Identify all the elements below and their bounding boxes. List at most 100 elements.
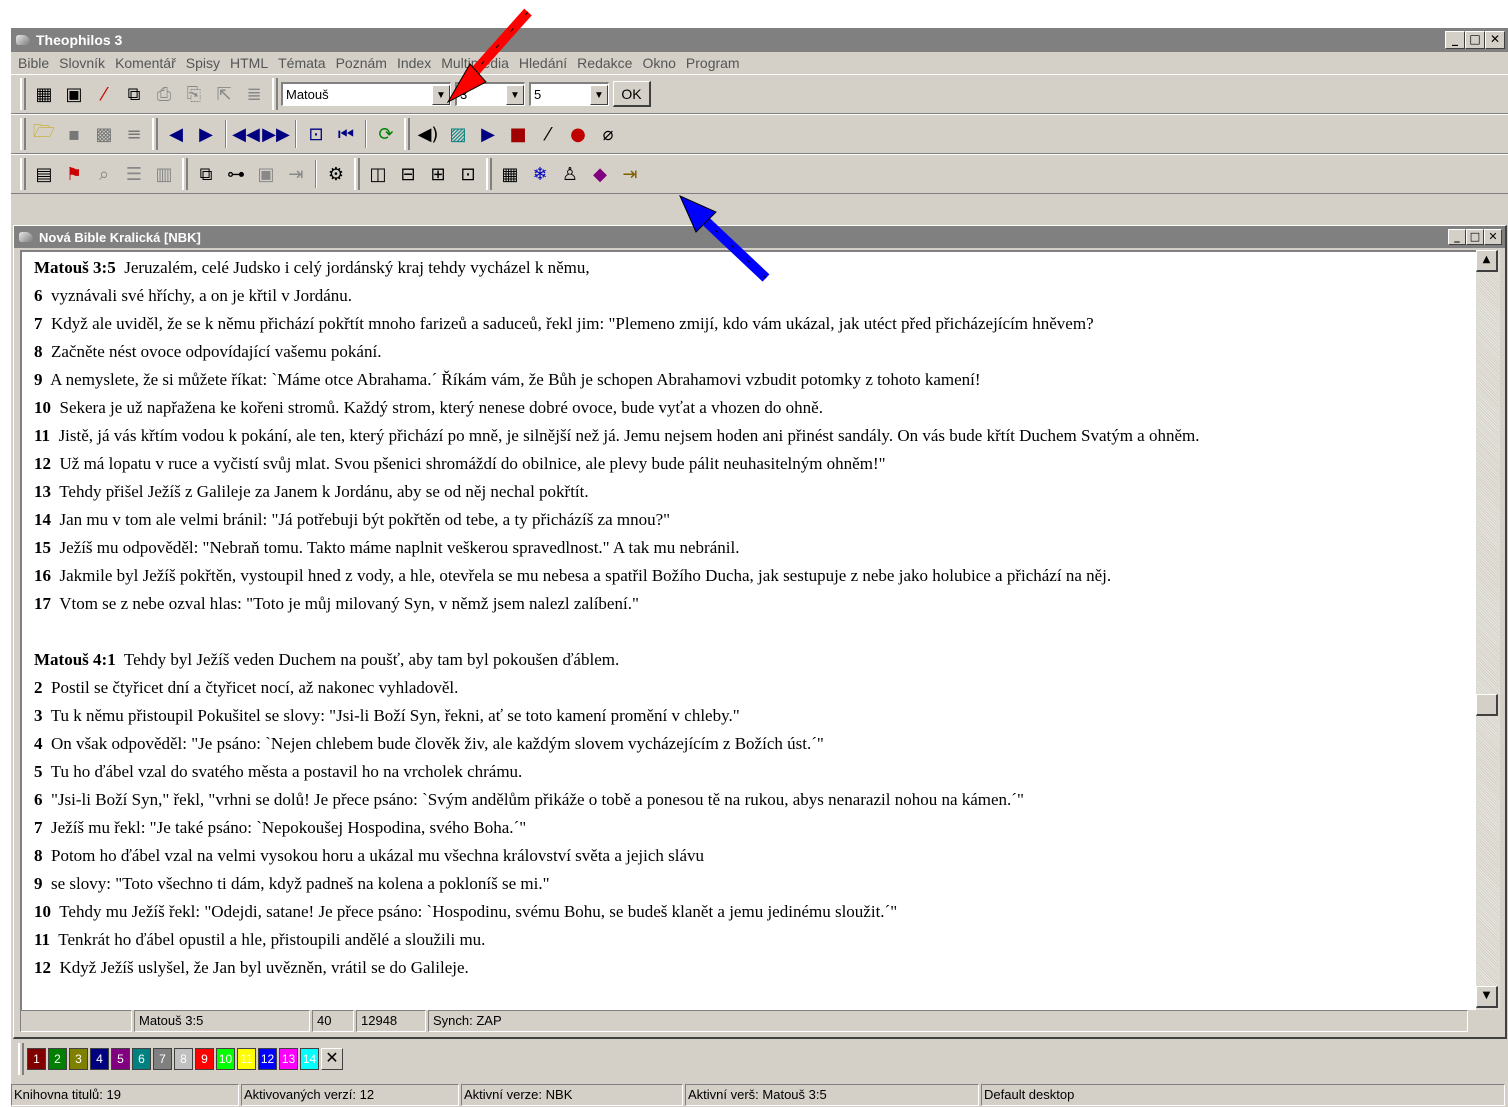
color-swatch-4[interactable]: 4 <box>90 1048 109 1070</box>
print-preview-icon[interactable]: ⎘ <box>179 79 209 109</box>
tree-icon[interactable]: ⊶ <box>221 159 251 189</box>
prev-icon[interactable]: ◀ <box>161 119 191 149</box>
stop-icon[interactable]: ■ <box>503 119 533 149</box>
menu-program[interactable]: Program <box>681 55 745 71</box>
verse-list-icon[interactable]: ▤ <box>29 159 59 189</box>
verse[interactable]: Matouš 4:1 Tehdy byl Ježíš veden Duchem … <box>34 646 1476 674</box>
verse[interactable]: 6 vyznávali své hříchy, a on je křtil v … <box>34 282 1476 310</box>
grid-icon[interactable]: ⊞ <box>423 159 453 189</box>
menu-spisy[interactable]: Spisy <box>181 55 225 71</box>
toolbar-grip[interactable] <box>182 158 188 190</box>
record-icon[interactable]: ● <box>563 119 593 149</box>
tag-icon[interactable]: ⚑ <box>59 159 89 189</box>
toolbar-grip[interactable] <box>18 1043 24 1075</box>
verse[interactable]: 2 Postil se čtyřicet dní a čtyřicet nocí… <box>34 674 1476 702</box>
verse[interactable]: 14 Jan mu v tom ale velmi bránil: "Já po… <box>34 506 1476 534</box>
menu-index[interactable]: Index <box>392 55 436 71</box>
bible-text[interactable]: Matouš 3:5 Jeruzalém, celé Judsko i celý… <box>20 250 1476 1010</box>
add-icon[interactable]: ≡ <box>119 119 149 149</box>
verse[interactable]: 8 Začněte nést ovoce odpovídající vašemu… <box>34 338 1476 366</box>
toolbar-grip[interactable] <box>486 158 492 190</box>
close-button[interactable]: ✕ <box>1484 229 1502 245</box>
chevron-down-icon[interactable]: ▼ <box>590 84 608 105</box>
vertical-scrollbar[interactable]: ▲ ▼ <box>1476 250 1500 1010</box>
verse-select[interactable]: 5 ▼ <box>529 82 609 106</box>
refresh-icon[interactable]: ⟳ <box>371 119 401 149</box>
options-icon[interactable]: ⚙ <box>321 159 351 189</box>
book-icon[interactable]: ◆ <box>585 159 615 189</box>
copy-icon[interactable]: ⧉ <box>119 79 149 109</box>
app-titlebar[interactable]: Theophilos 3 _ □ ✕ <box>11 28 1508 52</box>
toolbar-grip[interactable] <box>272 78 278 110</box>
menu-bible[interactable]: Bible <box>13 55 54 71</box>
color-swatch-14[interactable]: 14 <box>300 1048 319 1070</box>
verse[interactable]: 11 Tenkrát ho ďábel opustil a hle, přist… <box>34 926 1476 954</box>
maximize-button[interactable]: □ <box>1466 229 1484 245</box>
open-folder-icon[interactable]: 🗁 <box>29 119 59 149</box>
scroll-thumb[interactable] <box>1476 694 1498 716</box>
color-swatch-2[interactable]: 2 <box>48 1048 67 1070</box>
find-icon[interactable]: ⌕ <box>89 159 119 189</box>
verse[interactable]: 10 Sekera je už napřažena ke kořeni stro… <box>34 394 1476 422</box>
color-swatch-6[interactable]: 6 <box>132 1048 151 1070</box>
color-swatch-5[interactable]: 5 <box>111 1048 130 1070</box>
menu-redakce[interactable]: Redakce <box>572 55 637 71</box>
ok-button[interactable]: OK <box>613 81 651 107</box>
toolbar-grip[interactable] <box>20 158 26 190</box>
close-button[interactable]: ✕ <box>1485 31 1505 49</box>
verse[interactable]: 12 Když Ježíš uslyšel, že Jan byl uvězně… <box>34 954 1476 982</box>
color-swatch-10[interactable]: 10 <box>216 1048 235 1070</box>
verse[interactable]: 15 Ježíš mu odpověděl: "Nebraň tomu. Tak… <box>34 534 1476 562</box>
microphone-icon[interactable]: ⁄ <box>533 119 563 149</box>
color-swatch-1[interactable]: 1 <box>27 1048 46 1070</box>
outline-icon[interactable]: ☰ <box>119 159 149 189</box>
save-icon[interactable]: ▪ <box>59 119 89 149</box>
rows-icon[interactable]: ⊟ <box>393 159 423 189</box>
verse[interactable]: 8 Potom ho ďábel vzal na velmi vysokou h… <box>34 842 1476 870</box>
minimize-button[interactable]: _ <box>1445 31 1465 49</box>
toolbar-grip[interactable] <box>152 118 158 150</box>
back-icon[interactable]: ⊡ <box>301 119 331 149</box>
note-icon[interactable]: ≣ <box>239 79 269 109</box>
last-icon[interactable]: ▶▶ <box>261 119 291 149</box>
menu-html[interactable]: HTML <box>225 55 273 71</box>
verse[interactable]: 17 Vtom se z nebe ozval hlas: "Toto je m… <box>34 590 1476 618</box>
color-swatch-11[interactable]: 11 <box>237 1048 256 1070</box>
scroll-up-button[interactable]: ▲ <box>1476 250 1498 272</box>
snowflake-icon[interactable]: ❄ <box>525 159 555 189</box>
verse[interactable]: 9 A nemyslete, že si můžete říkat: `Máme… <box>34 366 1476 394</box>
copy-text-icon[interactable]: ⧉ <box>191 159 221 189</box>
menu-slovnik[interactable]: Slovník <box>54 55 110 71</box>
chapter-select[interactable]: 3 ▼ <box>455 82 525 106</box>
books-icon[interactable]: ▦ <box>29 79 59 109</box>
menu-poznamky[interactable]: Poznám <box>331 55 392 71</box>
color-swatch-13[interactable]: 13 <box>279 1048 298 1070</box>
bible-icon[interactable]: ▣ <box>59 79 89 109</box>
first-icon[interactable]: ◀◀ <box>231 119 261 149</box>
chevron-down-icon[interactable]: ▼ <box>432 84 450 105</box>
color-swatch-12[interactable]: 12 <box>258 1048 277 1070</box>
print-icon[interactable]: ⎙ <box>149 79 179 109</box>
verse[interactable]: 16 Jakmile byl Ježíš pokřtěn, vystoupil … <box>34 562 1476 590</box>
chevron-down-icon[interactable]: ▼ <box>506 84 524 105</box>
verse[interactable]: 10 Tehdy mu Ježíš řekl: "Odejdi, satane!… <box>34 898 1476 926</box>
menu-okno[interactable]: Okno <box>637 55 680 71</box>
menu-hledani[interactable]: Hledání <box>514 55 572 71</box>
color-swatch-3[interactable]: 3 <box>69 1048 88 1070</box>
verse[interactable]: 3 Tu k němu přistoupil Pokušitel se slov… <box>34 702 1476 730</box>
person-icon[interactable]: ♙ <box>555 159 585 189</box>
color-swatch-8[interactable]: 8 <box>174 1048 193 1070</box>
menu-multimedia[interactable]: Multimédia <box>436 55 514 71</box>
play-icon[interactable]: ▶ <box>473 119 503 149</box>
verse[interactable]: 9 se slovy: "Toto všechno ti dám, když p… <box>34 870 1476 898</box>
attach-icon[interactable]: ⌀ <box>593 119 623 149</box>
verse[interactable]: 7 Když ale uviděl, že se k němu přichází… <box>34 310 1476 338</box>
scroll-down-button[interactable]: ▼ <box>1476 986 1498 1008</box>
verse[interactable]: 12 Už má lopatu v ruce a vyčistí svůj ml… <box>34 450 1476 478</box>
toolbar-grip[interactable] <box>20 78 26 110</box>
export-icon[interactable]: ⇥ <box>281 159 311 189</box>
window-icon[interactable]: ⊡ <box>453 159 483 189</box>
menu-temata[interactable]: Témata <box>273 55 330 71</box>
color-swatch-9[interactable]: 9 <box>195 1048 214 1070</box>
toolbar-grip[interactable] <box>404 118 410 150</box>
